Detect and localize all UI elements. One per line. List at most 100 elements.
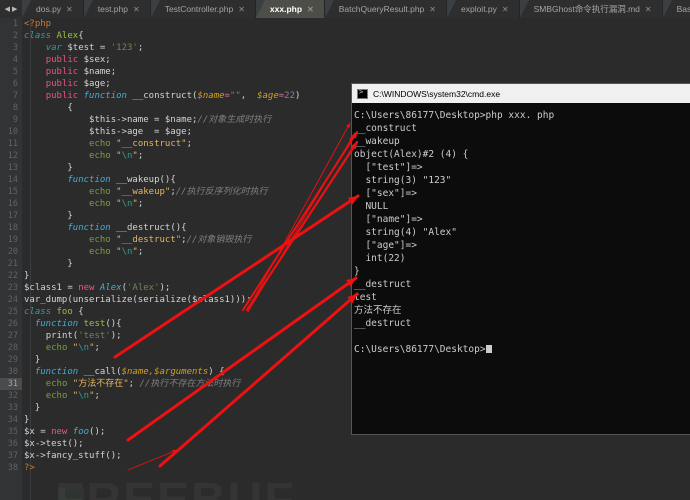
code-line[interactable]: public $name;: [24, 66, 690, 78]
line-number[interactable]: 13: [0, 162, 22, 174]
line-number[interactable]: 34: [0, 414, 22, 426]
cmd-output[interactable]: C:\Users\86177\Desktop>php xxx. php __con…: [352, 103, 690, 434]
cmd-line: ["sex"]=>: [354, 188, 417, 199]
screenshot-root: ◀ ▶ dos.py ✕ test.php ✕ TestController.php ✕ x…: [0, 0, 690, 500]
cmd-line: ["test"]=>: [354, 162, 423, 173]
cmd-line: __construct: [354, 123, 417, 134]
close-icon[interactable]: ✕: [133, 5, 140, 14]
freebuf-watermark: FREEBUF: [55, 473, 296, 500]
cmd-line: object(Alex)#2 (4) {: [354, 149, 469, 160]
line-number[interactable]: 10: [0, 126, 22, 138]
terminal-cursor: [485, 345, 492, 353]
line-number-gutter: 1 2 3 4 5 6 7 8 9 10 11 12 13 14 15 16 17 18 19 20 21 22 23 24 2…: [0, 18, 22, 500]
line-number[interactable]: 20: [0, 246, 22, 258]
line-number[interactable]: 26: [0, 318, 22, 330]
line-number[interactable]: 29: [0, 354, 22, 366]
line-number[interactable]: 7: [0, 90, 22, 102]
editor-tab-test-php[interactable]: test.php ✕: [83, 0, 151, 18]
editor-tab-smbghost-------md[interactable]: SMBGhost命令执行漏洞.md ✕: [519, 0, 663, 18]
code-line[interactable]: var $test = '123';: [24, 42, 690, 54]
cmd-line: test: [354, 292, 377, 303]
line-number[interactable]: 22: [0, 270, 22, 282]
line-number[interactable]: 23: [0, 282, 22, 294]
tab-label: TestController.php: [164, 4, 234, 14]
editor-tab-testcontroller-php[interactable]: TestController.php ✕: [150, 0, 256, 18]
line-number[interactable]: 30: [0, 366, 22, 378]
cmd-window[interactable]: C:\WINDOWS\system32\cmd.exe C:\Users\861…: [352, 84, 690, 434]
tab-label: SMBGhost命令执行漏洞.md: [533, 4, 640, 14]
editor-tab-batchqueryresult-php[interactable]: BatchQueryResult.php ✕: [324, 0, 447, 18]
tab-label: BatchQueryResult.php: [338, 4, 425, 14]
line-number[interactable]: 11: [0, 138, 22, 150]
line-number[interactable]: 18: [0, 222, 22, 234]
cmd-title-bar[interactable]: C:\WINDOWS\system32\cmd.exe: [352, 84, 690, 103]
line-number[interactable]: 24: [0, 294, 22, 306]
close-icon[interactable]: ✕: [238, 5, 245, 14]
line-number[interactable]: 6: [0, 78, 22, 90]
cmd-line: NULL: [354, 201, 389, 212]
line-number[interactable]: 2: [0, 30, 22, 42]
line-number[interactable]: 33: [0, 402, 22, 414]
line-number[interactable]: 16: [0, 198, 22, 210]
close-icon[interactable]: ✕: [429, 5, 436, 14]
line-number[interactable]: 27: [0, 330, 22, 342]
tab-label: dos.py: [36, 4, 62, 14]
close-icon[interactable]: ✕: [307, 5, 314, 14]
line-number[interactable]: 38: [0, 462, 22, 474]
code-line[interactable]: <?php: [24, 18, 690, 30]
console-icon: [357, 88, 368, 99]
editor-tab-xxx-php[interactable]: xxx.php ✕: [255, 0, 325, 18]
line-number[interactable]: 25: [0, 306, 22, 318]
line-number[interactable]: 4: [0, 54, 22, 66]
line-number[interactable]: 37: [0, 450, 22, 462]
line-number[interactable]: 35: [0, 426, 22, 438]
cmd-line: __wakeup: [354, 136, 400, 147]
code-line[interactable]: $x->fancy_stuff();: [24, 450, 690, 462]
cmd-line: C:\Users\86177\Desktop>php xxx. php: [354, 110, 555, 121]
cmd-line: __destruct: [354, 279, 412, 290]
cmd-line: string(4) "Alex": [354, 227, 457, 238]
line-number[interactable]: 31: [0, 378, 22, 390]
cmd-line: C:\Users\86177\Desktop>: [354, 343, 690, 356]
editor-tab-exploit-py[interactable]: exploit.py ✕: [446, 0, 520, 18]
line-number[interactable]: 19: [0, 234, 22, 246]
cmd-title-text: C:\WINDOWS\system32\cmd.exe: [373, 88, 501, 99]
cmd-line: string(3) "123": [354, 175, 452, 186]
code-line[interactable]: class Alex{: [24, 30, 690, 42]
line-number[interactable]: 12: [0, 150, 22, 162]
line-number[interactable]: 8: [0, 102, 22, 114]
close-icon[interactable]: ✕: [66, 5, 73, 14]
cmd-line: [354, 330, 690, 343]
line-number[interactable]: 14: [0, 174, 22, 186]
line-number[interactable]: 3: [0, 42, 22, 54]
close-icon[interactable]: ✕: [645, 5, 652, 14]
close-icon[interactable]: ✕: [502, 5, 509, 14]
tab-label: exploit.py: [460, 4, 497, 14]
line-number[interactable]: 9: [0, 114, 22, 126]
line-number[interactable]: 17: [0, 210, 22, 222]
cmd-line: ["name"]=>: [354, 214, 423, 225]
chevron-left-icon[interactable]: ◀: [5, 6, 10, 13]
line-number[interactable]: 36: [0, 438, 22, 450]
chevron-right-icon[interactable]: ▶: [12, 6, 17, 13]
line-number[interactable]: 21: [0, 258, 22, 270]
line-number[interactable]: 28: [0, 342, 22, 354]
line-number[interactable]: 32: [0, 390, 22, 402]
cmd-line: int(22): [354, 253, 406, 264]
editor-tab-dos-py[interactable]: dos.py ✕: [22, 0, 84, 18]
tab-label: test.php: [97, 4, 128, 14]
code-line[interactable]: $x->test();: [24, 438, 690, 450]
line-number[interactable]: 15: [0, 186, 22, 198]
tab-label: xxx.php: [269, 4, 303, 14]
editor-tab-bar: ◀ ▶ dos.py ✕ test.php ✕ TestController.php ✕ x…: [0, 0, 690, 18]
cmd-line: __destruct: [354, 318, 412, 329]
cmd-line: ["age"]=>: [354, 240, 417, 251]
cmd-line: 方法不存在: [354, 305, 402, 316]
code-line[interactable]: public $sex;: [24, 54, 690, 66]
line-number[interactable]: 1: [0, 18, 22, 30]
line-number[interactable]: 5: [0, 66, 22, 78]
editor-tab-baseyi[interactable]: BaseYi: [662, 0, 690, 18]
cmd-line: }: [354, 266, 360, 277]
tab-label: BaseYi: [676, 4, 690, 14]
tab-nav-controls[interactable]: ◀ ▶: [0, 0, 22, 18]
